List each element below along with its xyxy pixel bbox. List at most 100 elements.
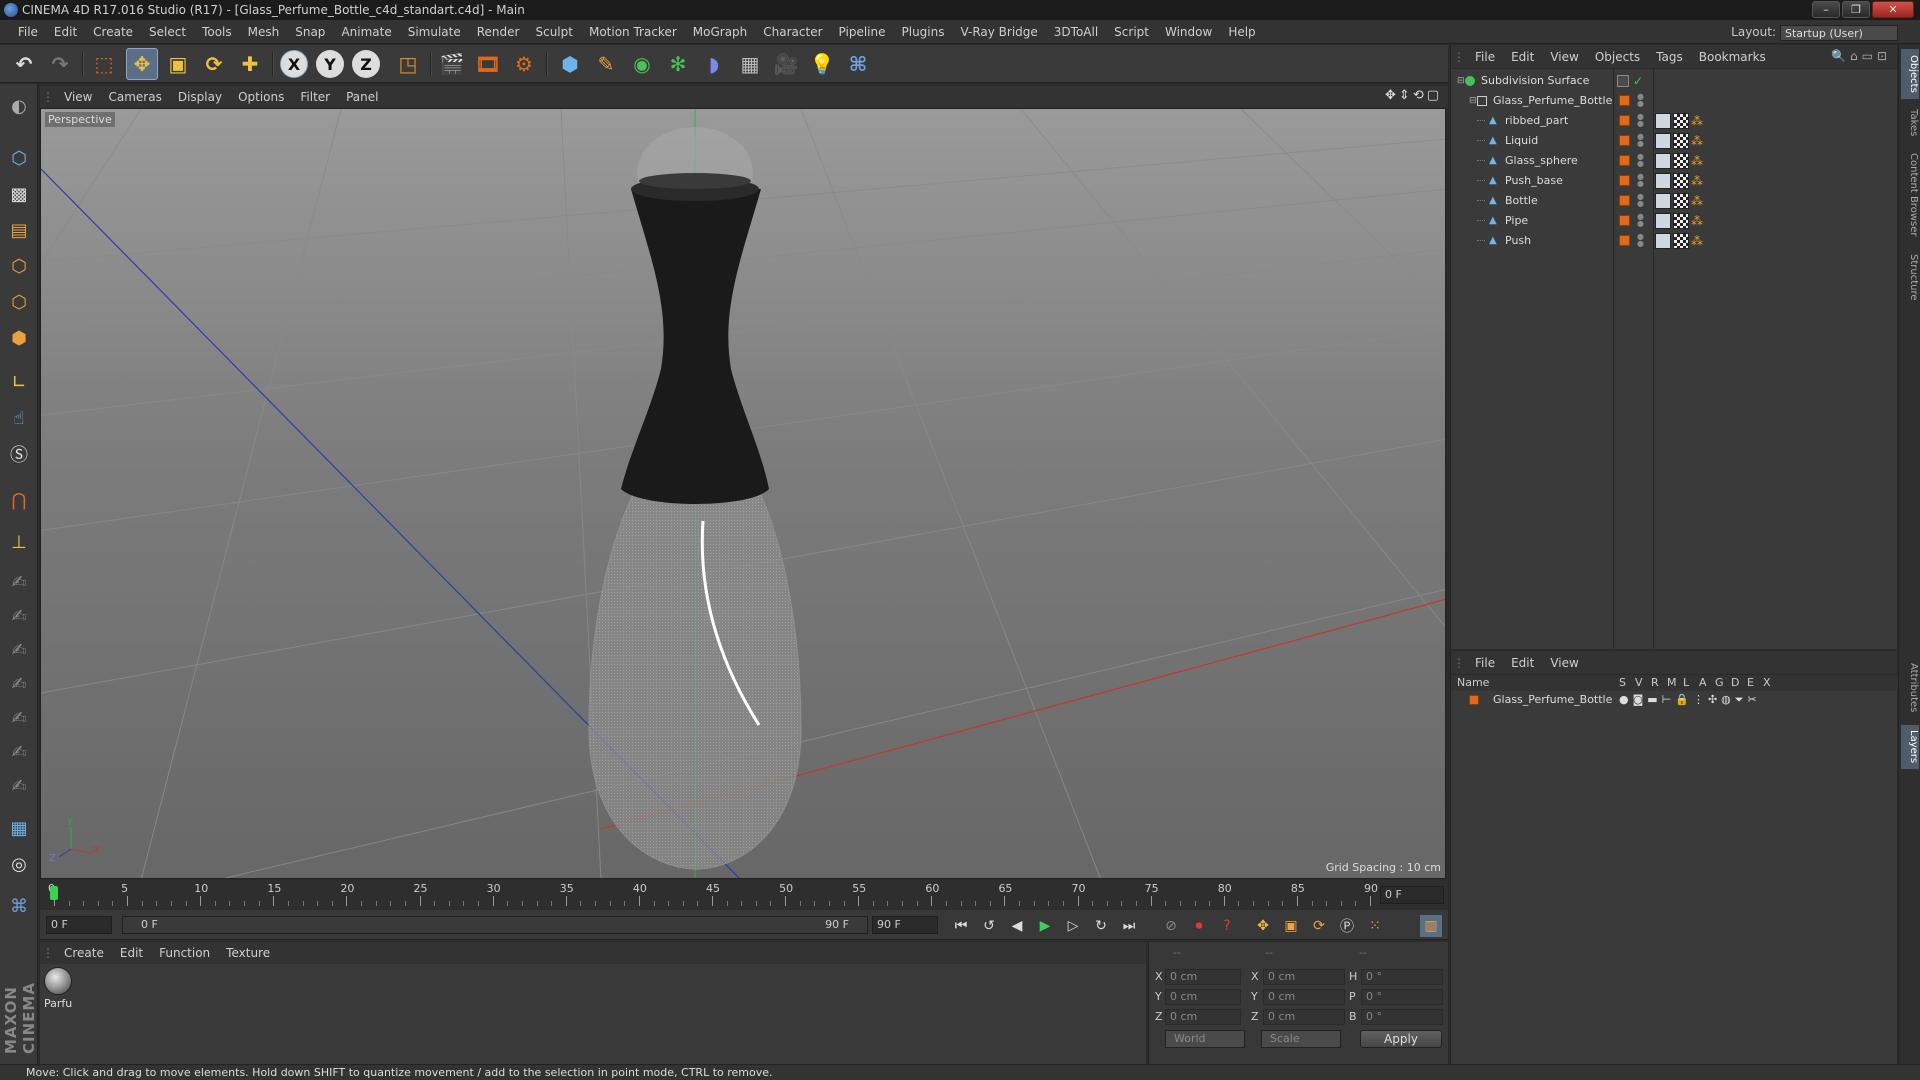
vertex-map-tag-icon[interactable]: ⁂ [1691,131,1703,151]
phong-tag-icon[interactable] [1655,173,1671,189]
viewport-menu-cameras[interactable]: Cameras [100,86,169,108]
edges-mode-icon[interactable]: ⬡ [3,286,35,318]
deformer-icon[interactable]: ◗ [698,48,730,80]
viewport-menu-display[interactable]: Display [170,86,230,108]
sculpt-brush-5-icon[interactable]: ✍ [3,702,35,734]
viewport-menu-panel[interactable]: Panel [338,86,386,108]
sculpt-brush-2-icon[interactable]: ✍ [3,600,35,632]
layer-color-icon[interactable] [1619,95,1630,106]
menu-simulate[interactable]: Simulate [400,20,469,44]
menu-animate[interactable]: Animate [333,20,399,44]
subdivision-surface-icon[interactable]: ◉ [626,48,658,80]
viewport-nav-icons[interactable]: ✥⇕⟲▢ [1385,88,1442,103]
material-swatch[interactable] [44,967,72,995]
key-rotation-icon[interactable]: ⟳ [1308,915,1330,937]
phong-tag-icon[interactable] [1655,233,1671,249]
vertex-map-tag-icon[interactable]: ⁂ [1691,231,1703,251]
next-key-icon[interactable]: ↻ [1090,915,1112,937]
layer-color-icon[interactable] [1619,155,1630,166]
enable-checkbox[interactable] [1617,75,1629,87]
visibility-dots[interactable]: ● ● [1637,113,1644,129]
close-button[interactable]: ✕ [1872,1,1914,18]
side-tab-structure[interactable]: Structure [1901,247,1919,307]
layer-color-icon[interactable] [1619,215,1630,226]
autokey-icon[interactable]: ⏺ [1188,915,1210,937]
layer-header-col[interactable]: R [1651,675,1659,691]
menu-plugins[interactable]: Plugins [894,20,953,44]
redo-icon[interactable]: ↷ [44,48,76,80]
frame-range-slider[interactable]: 0 F 90 F [122,916,868,934]
phong-tag-icon[interactable] [1655,193,1671,209]
scale-tool-icon[interactable]: ▣ [162,48,194,80]
maximize-button[interactable]: ❐ [1842,1,1870,18]
menu-help[interactable]: Help [1220,20,1263,44]
menu-select[interactable]: Select [141,20,194,44]
render-settings-icon[interactable]: ⚙ [508,48,540,80]
vertex-map-tag-icon[interactable]: ⁂ [1691,171,1703,191]
objects-menu-bookmarks[interactable]: Bookmarks [1691,45,1774,69]
object-row[interactable]: ▲ Bottle ● ● ⁂ [1451,191,1898,211]
objects-menu-objects[interactable]: Objects [1587,45,1648,69]
vertex-map-tag-icon[interactable]: ⁂ [1691,191,1703,211]
visibility-dots[interactable]: ● ● [1637,173,1644,189]
layer-color-icon[interactable] [1619,195,1630,206]
timeline-ruler[interactable]: 051015202530354045505560657075808590 0 F [40,880,1448,910]
live-selection-icon[interactable]: ⬚ [88,48,120,80]
sculpt-brush-6-icon[interactable]: ✍ [3,736,35,768]
layer-header-col[interactable]: E [1747,675,1754,691]
layer-row[interactable]: Glass_Perfume_Bottle ●◙▬⊢🔒⋮✣◍⏷✂ [1451,691,1898,709]
current-frame-field[interactable]: 0 F [1380,886,1444,904]
menu-create[interactable]: Create [85,20,141,44]
texture-tag-icon[interactable] [1673,233,1689,249]
texture-tag-icon[interactable] [1673,173,1689,189]
layout-dropdown[interactable]: Startup (User) [1780,24,1898,41]
layer-color-icon[interactable] [1619,115,1630,126]
texture-tag-icon[interactable] [1673,193,1689,209]
sculpt-brush-3-icon[interactable]: ✍ [3,634,35,666]
tree-expand-icon[interactable]: ⊟ [1469,91,1477,111]
tree-expand-icon[interactable]: ⊟ [1457,71,1465,91]
menu-tools[interactable]: Tools [194,20,240,44]
rotation-b-field[interactable]: 0 ° [1361,1009,1443,1025]
menu-vray-bridge[interactable]: V-Ray Bridge [952,20,1045,44]
visibility-dots[interactable]: ● ● [1637,153,1644,169]
key-parameter-icon[interactable]: Ⓟ [1336,915,1358,937]
go-to-end-icon[interactable]: ⏭ [1118,915,1140,937]
layer-color-icon[interactable] [1619,235,1630,246]
last-tool-icon[interactable]: ✚ [234,48,266,80]
object-row[interactable]: ▲ Push_base ● ● ⁂ [1451,171,1898,191]
vertex-map-tag-icon[interactable]: ⁂ [1691,151,1703,171]
side-tab-takes[interactable]: Takes [1901,103,1919,143]
menu-3dtoall[interactable]: 3DToAll [1046,20,1106,44]
menu-mesh[interactable]: Mesh [240,20,288,44]
layer-header-col[interactable]: V [1635,675,1643,691]
rotate-tool-icon[interactable]: ⟳ [198,48,230,80]
object-row[interactable]: ▲ Glass_sphere ● ● ⁂ [1451,151,1898,171]
rotation-h-field[interactable]: 0 ° [1361,969,1443,985]
timeline-playhead[interactable] [50,886,58,900]
texture-tag-icon[interactable] [1673,213,1689,229]
python-icon[interactable]: ⌘ [842,48,874,80]
minimize-button[interactable]: – [1812,1,1840,18]
layer-color-icon[interactable] [1619,135,1630,146]
camera-icon[interactable]: 🎥 [770,48,802,80]
size-mode-dropdown[interactable]: Scale [1261,1030,1341,1048]
size-z-field[interactable]: 0 cm [1263,1009,1345,1025]
side-tab-content-browser[interactable]: Content Browser [1901,145,1919,245]
object-row[interactable]: ▲ ribbed_part ● ● ⁂ [1451,111,1898,131]
viewport-menu-options[interactable]: Options [230,86,292,108]
menu-snap[interactable]: Snap [287,20,333,44]
polygons-mode-icon[interactable]: ⬢ [3,322,35,354]
cube-object-icon[interactable]: ⬢ [554,48,586,80]
viewport-menu-view[interactable]: View [56,86,100,108]
position-y-field[interactable]: 0 cm [1165,989,1241,1005]
menu-character[interactable]: Character [755,20,830,44]
start-frame-field[interactable]: 0 F [46,916,112,934]
tweak-mode-icon[interactable]: ☝ [3,402,35,434]
axis-mode-icon[interactable]: ∟ [3,366,35,398]
next-frame-icon[interactable]: ▷ [1062,915,1084,937]
previous-key-icon[interactable]: ↺ [978,915,1000,937]
rotation-p-field[interactable]: 0 ° [1361,989,1443,1005]
sculpt-brush-1-icon[interactable]: ✍ [3,566,35,598]
visibility-dots[interactable]: ● ● [1637,213,1644,229]
